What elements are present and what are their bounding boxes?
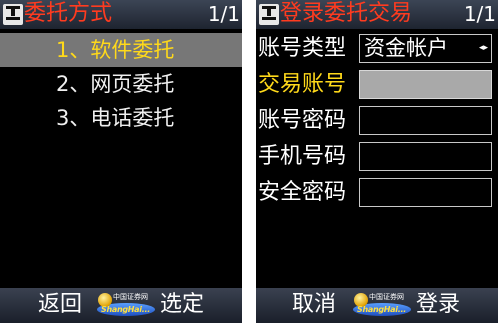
left-right-arrows-icon: ◂▸ bbox=[478, 43, 488, 53]
account-password-input[interactable] bbox=[359, 106, 492, 135]
menu-item-label: 1、软件委托 bbox=[56, 38, 175, 62]
account-type-value: 资金帐户 bbox=[364, 36, 448, 60]
page-indicator: 1/1 bbox=[463, 2, 496, 26]
phone-number-row: 手机号码 bbox=[256, 140, 498, 174]
account-password-label: 账号密码 bbox=[258, 108, 347, 133]
menu-item-label: 3、电话委托 bbox=[56, 106, 175, 130]
menu-item-label: 2、网页委托 bbox=[56, 72, 175, 96]
title-bar: 登录委托交易 1/1 bbox=[256, 0, 498, 29]
phone-number-label: 手机号码 bbox=[258, 144, 347, 169]
softkey-bar: 取消 中国证券网 ShangHai... 登录 bbox=[256, 288, 498, 323]
app-icon bbox=[3, 4, 23, 25]
trade-account-row: 交易账号 bbox=[256, 68, 498, 102]
menu-item-phone-entrust[interactable]: 3、电话委托 bbox=[0, 101, 242, 135]
login-softkey[interactable]: 登录 bbox=[416, 288, 460, 322]
screen-entrust-method: 委托方式 1/1 1、软件委托 2、网页委托 3、电话委托 返回 中国证券网 S… bbox=[0, 0, 242, 323]
logo: 中国证券网 ShangHai... bbox=[351, 293, 413, 319]
screen-login-trade: 登录委托交易 1/1 账号类型 资金帐户 ◂▸ 交易账号 账号密码 手机号码 安… bbox=[256, 0, 498, 323]
trade-account-label: 交易账号 bbox=[258, 72, 347, 97]
account-type-select[interactable]: 资金帐户 ◂▸ bbox=[359, 34, 492, 63]
cancel-softkey[interactable]: 取消 bbox=[292, 288, 336, 322]
account-password-row: 账号密码 bbox=[256, 104, 498, 138]
app-icon bbox=[259, 4, 279, 25]
title-bar: 委托方式 1/1 bbox=[0, 0, 242, 29]
back-softkey[interactable]: 返回 bbox=[38, 288, 82, 322]
security-password-label: 安全密码 bbox=[258, 180, 347, 205]
page-title: 登录委托交易 bbox=[280, 1, 413, 26]
menu-item-software-entrust[interactable]: 1、软件委托 bbox=[0, 33, 242, 67]
security-password-row: 安全密码 bbox=[256, 176, 498, 210]
softkey-bar: 返回 中国证券网 ShangHai... 选定 bbox=[0, 288, 242, 323]
page-indicator: 1/1 bbox=[207, 2, 240, 26]
phone-number-input[interactable] bbox=[359, 142, 492, 171]
logo: 中国证券网 ShangHai... bbox=[95, 293, 157, 319]
page-title: 委托方式 bbox=[24, 1, 113, 26]
account-type-label: 账号类型 bbox=[258, 36, 347, 61]
select-softkey[interactable]: 选定 bbox=[160, 288, 204, 322]
security-password-input[interactable] bbox=[359, 178, 492, 207]
trade-account-input[interactable] bbox=[359, 70, 492, 99]
menu-item-web-entrust[interactable]: 2、网页委托 bbox=[0, 67, 242, 101]
account-type-row: 账号类型 资金帐户 ◂▸ bbox=[256, 32, 498, 66]
